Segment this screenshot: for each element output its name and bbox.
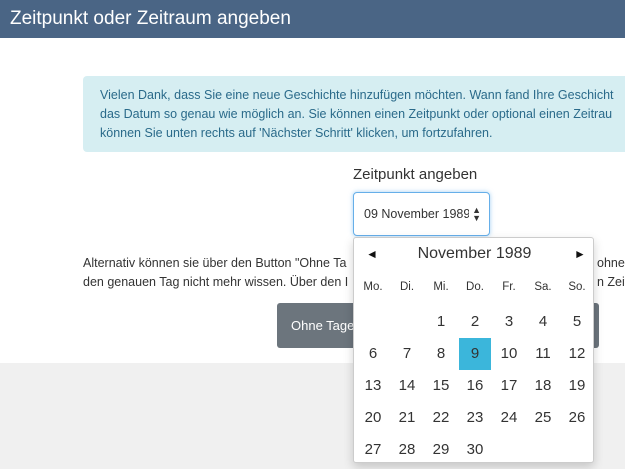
calendar-day[interactable]: 14 xyxy=(391,370,423,402)
weekday-label: Fr. xyxy=(502,281,516,293)
weekday-label: Di. xyxy=(399,281,415,293)
calendar-week-row: 6 7 8 9 10 11 12 xyxy=(354,338,595,370)
calendar-day[interactable]: 13 xyxy=(357,370,389,402)
weekday-label: Do. xyxy=(466,281,484,293)
calendar-week-row: 12345 xyxy=(354,306,595,338)
alternative-line-2: den genauen Tag nicht mehr wissen. Über … xyxy=(83,275,349,289)
calendar-day[interactable]: 21 xyxy=(391,402,423,434)
calendar-week-row: 27 28 29 30 xyxy=(354,434,595,466)
calendar-day[interactable]: 17 xyxy=(493,370,525,402)
calendar-week-row: 13 14 15 16 17 18 19 xyxy=(354,370,595,402)
calendar-day-selected[interactable]: 9 xyxy=(459,338,491,370)
alternative-line-1: Alternativ können sie über den Button "O… xyxy=(83,256,347,270)
alternative-text-right: ohne n Zeitr xyxy=(597,254,625,292)
calendar-day[interactable]: 19 xyxy=(561,370,593,402)
calendar-day[interactable]: 24 xyxy=(493,402,525,434)
calendar-day[interactable]: 15 xyxy=(425,370,457,402)
calendar-day[interactable]: 28 xyxy=(391,434,423,466)
calendar-month-label: November 1989 xyxy=(417,245,532,262)
calendar-day[interactable]: 20 xyxy=(357,402,389,434)
window-title: Zeitpunkt oder Zeitraum angeben xyxy=(0,0,625,38)
calendar-day[interactable]: 27 xyxy=(357,434,389,466)
calendar-day[interactable]: 7 xyxy=(391,338,423,370)
alert-line-1: Vielen Dank, dass Sie eine neue Geschich… xyxy=(100,88,614,102)
date-select[interactable]: 09 November 1989 ▲ ▼ xyxy=(353,192,490,236)
calendar-day[interactable]: 23 xyxy=(459,402,491,434)
calendar-grid: 1 2 3 4 5 6 7 8 9 10 11 12 13 14 15 16 17 18 19 20 21 22 23 24 2… xyxy=(354,306,595,466)
date-select-value: 09 November 1989 xyxy=(364,207,469,221)
calendar-week-row: 20 21 22 23 24 25 26 xyxy=(354,402,595,434)
updown-arrows-icon: ▲ ▼ xyxy=(472,205,481,223)
calendar-popup: ◄ November 1989 ► Mo. Di. Mi. Do. Fr. Sa. So. … xyxy=(353,237,594,463)
calendar-day[interactable]: 16 xyxy=(459,370,491,402)
calendar-day[interactable]: 5 xyxy=(561,306,593,338)
info-alert: Vielen Dank, dass Sie eine neue Geschich… xyxy=(83,76,625,152)
calendar-day[interactable]: 6 xyxy=(357,338,389,370)
alert-line-3: können Sie unten rechts auf 'Nächster Sc… xyxy=(100,126,493,140)
calendar-day[interactable]: 4 xyxy=(527,306,559,338)
alternative-text: Alternativ können sie über den Button "O… xyxy=(83,254,348,292)
calendar-day[interactable]: 12 xyxy=(561,338,593,370)
calendar-day[interactable]: 2 xyxy=(459,306,491,338)
calendar-day[interactable]: 18 xyxy=(527,370,559,402)
calendar-day[interactable]: 8 xyxy=(425,338,457,370)
date-field-label: Zeitpunkt angeben xyxy=(353,166,478,183)
calendar-day[interactable]: 22 xyxy=(425,402,457,434)
calendar-day[interactable]: 3 xyxy=(493,306,525,338)
calendar-day[interactable]: 29 xyxy=(425,434,457,466)
weekday-label: So. xyxy=(568,281,586,293)
weekday-label: Sa. xyxy=(534,281,552,293)
calendar-day[interactable]: 10 xyxy=(493,338,525,370)
alternative-right-line-1: ohne xyxy=(597,256,625,270)
alert-line-2: das Datum so genau wie möglich an. Sie k… xyxy=(100,107,613,121)
weekday-label: Mi. xyxy=(433,281,449,293)
calendar-day[interactable]: 30 xyxy=(459,434,491,466)
next-month-icon[interactable]: ► xyxy=(574,247,586,261)
calendar-day[interactable]: 1 xyxy=(425,306,457,338)
calendar-day[interactable]: 26 xyxy=(561,402,593,434)
calendar-day[interactable]: 25 xyxy=(527,402,559,434)
calendar-day[interactable]: 11 xyxy=(527,338,559,370)
weekday-label: Mo. xyxy=(363,281,383,293)
alternative-right-line-2: n Zeitr xyxy=(597,275,625,289)
